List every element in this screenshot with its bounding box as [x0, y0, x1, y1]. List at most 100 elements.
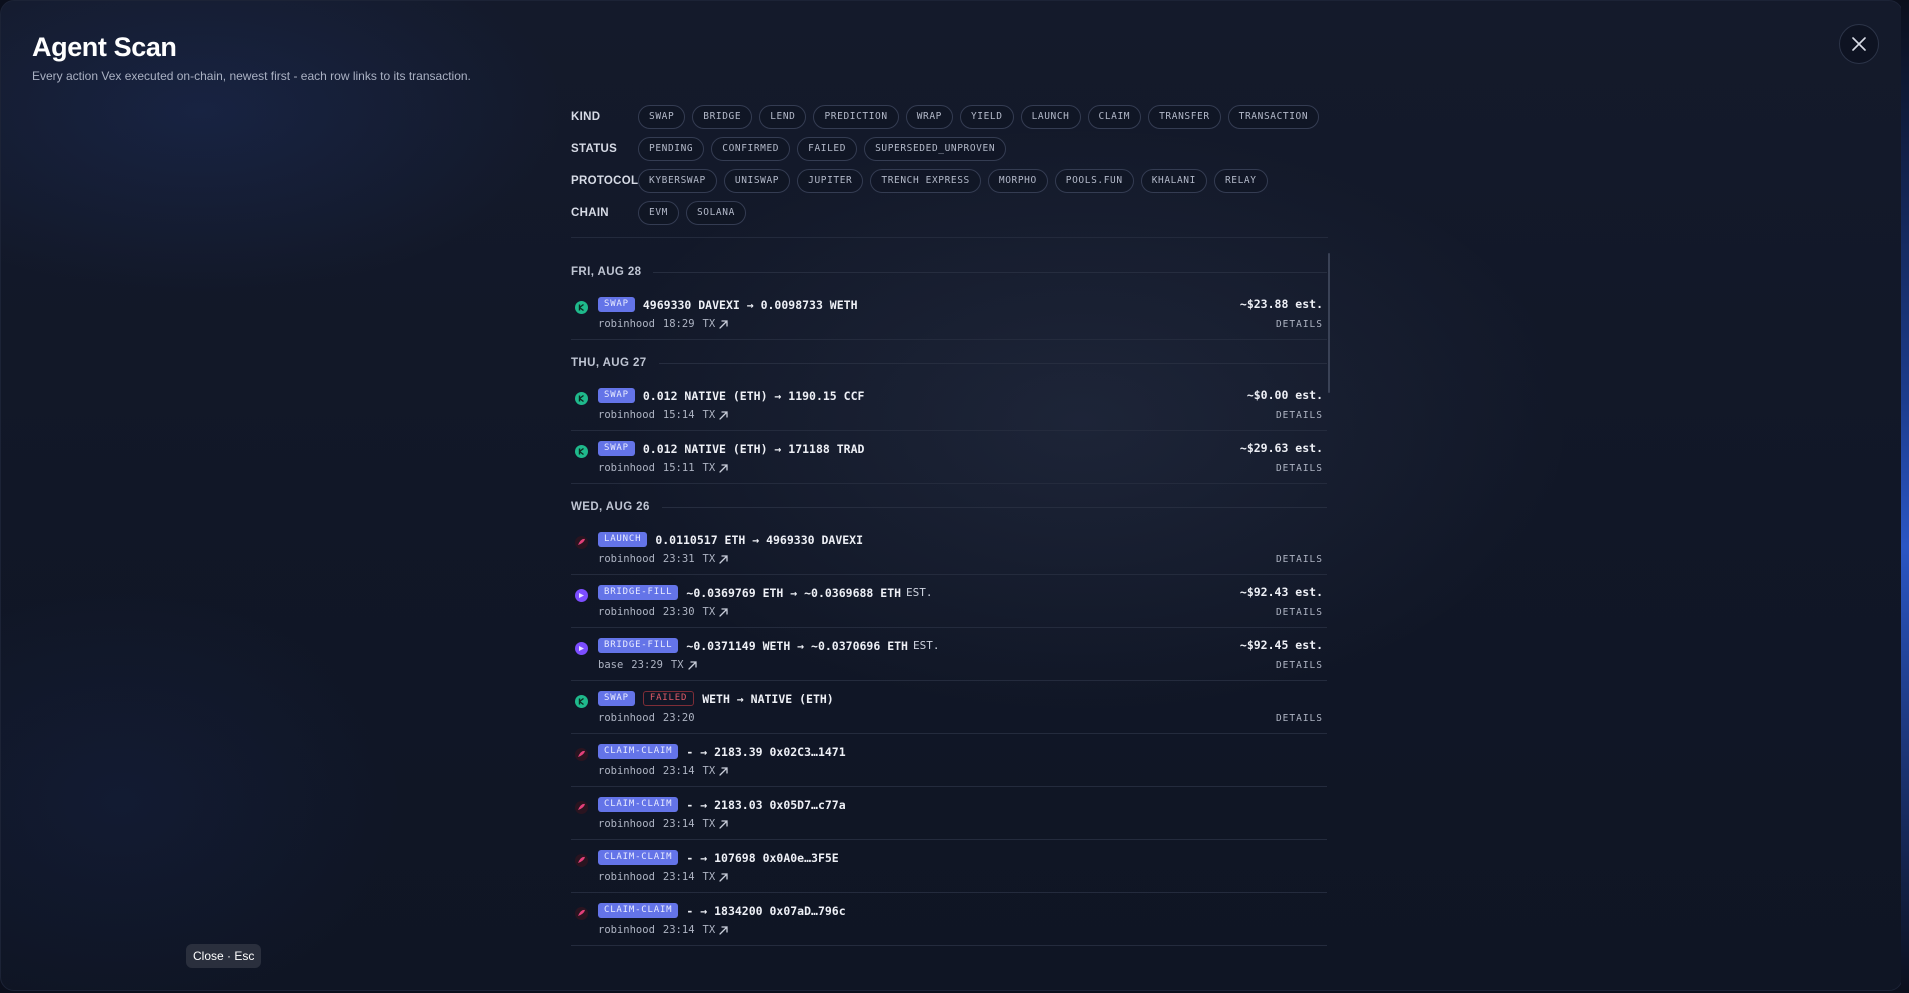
details-link[interactable]: DETAILS [1276, 554, 1323, 565]
action-meta: robinhood 23:31 TX [598, 553, 729, 565]
details-link[interactable]: DETAILS [1276, 660, 1323, 671]
filter-chip-protocol[interactable]: TRENCH EXPRESS [870, 169, 981, 193]
filter-chip-protocol[interactable]: MORPHO [987, 169, 1048, 193]
tx-link[interactable]: TX [703, 553, 730, 565]
tx-link[interactable]: TX [703, 765, 730, 777]
tx-link[interactable]: TX [703, 818, 730, 830]
external-link-icon [719, 925, 728, 935]
chain-name: robinhood [598, 606, 655, 618]
page-subtitle: Every action Vex executed on-chain, newe… [32, 69, 471, 83]
action-meta: robinhood 23:14 TX [598, 818, 729, 830]
filter-chip-status[interactable]: CONFIRMED [711, 137, 791, 161]
activity-row[interactable]: LAUNCH 0.0110517 ETH → 4969330 DAVEXI robi… [571, 522, 1327, 575]
filter-chip-status[interactable]: PENDING [638, 137, 705, 161]
action-time: 15:11 [662, 462, 695, 474]
details-link[interactable]: DETAILS [1276, 713, 1323, 724]
details-link[interactable]: DETAILS [1276, 607, 1323, 618]
close-hint: Close · Esc [186, 944, 262, 968]
day-label: WED, AUG 26 [571, 501, 650, 513]
filter-panel: KIND SWAP BRIDGE LEND PREDICTION WRAP YIELD LA… [571, 105, 1326, 233]
day-divider [658, 362, 1327, 364]
filter-chip-protocol[interactable]: UNISWAP [723, 169, 791, 193]
day-header: FRI, AUG 28 [571, 257, 1327, 287]
kind-badge: SWAP [598, 388, 635, 403]
external-link-icon [719, 766, 728, 776]
kyber-protocol-icon [575, 695, 588, 708]
filter-chip-protocol[interactable]: RELAY [1213, 169, 1268, 193]
filter-chip-protocol[interactable]: KYBERSWAP [638, 169, 717, 193]
action-summary: SWAP FAILED WETH → NATIVE (ETH) [598, 691, 834, 706]
tx-link[interactable]: TX [703, 924, 730, 936]
filter-chip-kind[interactable]: TRANSACTION [1227, 105, 1320, 129]
activity-row[interactable]: CLAIM-CLAIM - → 2183.39 0x02C3…1471 robinh… [571, 734, 1327, 787]
external-link-icon [719, 554, 728, 564]
filter-chip-chain[interactable]: SOLANA [685, 201, 746, 225]
tx-link[interactable]: TX [703, 318, 730, 330]
external-link-icon [719, 872, 728, 882]
filter-chip-kind[interactable]: CLAIM [1087, 105, 1142, 129]
action-summary: SWAP 4969330 DAVEXI → 0.0098733 WETH [598, 297, 858, 312]
activity-row[interactable]: SWAP 0.012 NATIVE (ETH) → 171188 TRAD robi… [571, 431, 1327, 484]
activity-row[interactable]: SWAP FAILED WETH → NATIVE (ETH) robinhood 23… [571, 681, 1327, 734]
filter-chip-kind[interactable]: WRAP [905, 105, 953, 129]
close-button[interactable] [1839, 24, 1879, 64]
tx-link[interactable]: TX [703, 606, 730, 618]
action-time: 23:29 [631, 659, 663, 671]
filter-chip-chain[interactable]: EVM [638, 201, 679, 225]
status-badge: FAILED [642, 691, 695, 706]
activity-list[interactable]: FRI, AUG 28 SWAP 4969330 DAVEXI → 0.009873… [571, 249, 1327, 949]
activity-row[interactable]: CLAIM-CLAIM - → 2183.03 0x05D7…c77a robinh… [571, 787, 1327, 840]
activity-row[interactable]: SWAP 0.012 NATIVE (ETH) → 1190.15 CCF robi… [571, 378, 1327, 431]
filter-chip-kind[interactable]: LAUNCH [1020, 105, 1081, 129]
external-link-icon [719, 410, 728, 420]
tx-label: TX [702, 871, 716, 883]
kind-badge: SWAP [598, 691, 635, 706]
action-text: - → 107698 0x0A0e…3F5E [686, 850, 839, 865]
tx-link[interactable]: TX [671, 659, 698, 671]
external-link-icon [719, 319, 728, 329]
tx-label: TX [702, 553, 716, 565]
filter-chip-kind[interactable]: TRANSFER [1148, 105, 1221, 129]
action-time: 23:31 [662, 553, 695, 565]
filter-chip-protocol[interactable]: JUPITER [797, 169, 864, 193]
action-meta: base 23:29 TX [598, 659, 698, 671]
filter-chip-kind[interactable]: PREDICTION [813, 105, 899, 129]
activity-row[interactable]: SWAP 4969330 DAVEXI → 0.0098733 WETH robin… [571, 287, 1327, 340]
filter-chip-protocol[interactable]: POOLS.FUN [1054, 169, 1134, 193]
tx-link[interactable]: TX [703, 409, 730, 421]
close-icon [1852, 37, 1866, 51]
tx-link[interactable]: TX [703, 871, 730, 883]
external-link-icon [687, 660, 697, 670]
chain-name: robinhood [598, 318, 655, 330]
filter-chip-kind[interactable]: SWAP [638, 105, 686, 129]
chain-name: robinhood [598, 818, 655, 830]
filter-chip-status[interactable]: SUPERSEDED_UNPROVEN [864, 137, 1007, 161]
details-link[interactable]: DETAILS [1276, 463, 1323, 474]
kyber-protocol-icon [575, 301, 588, 314]
usd-estimate: ~$92.43 est. [1239, 585, 1323, 599]
filter-chip-kind[interactable]: LEND [759, 105, 807, 129]
action-time: 23:14 [662, 924, 695, 936]
day-divider [653, 271, 1327, 273]
filter-chip-kind[interactable]: BRIDGE [692, 105, 753, 129]
filter-chip-status[interactable]: FAILED [797, 137, 858, 161]
estimate-suffix: EST. [906, 586, 933, 599]
usd-estimate: ~$29.63 est. [1239, 441, 1323, 455]
launch-protocol-icon [575, 801, 588, 814]
scrollbar-thumb[interactable] [1328, 253, 1330, 393]
filter-chip-protocol[interactable]: KHALANI [1140, 169, 1207, 193]
activity-row[interactable]: BRIDGE-FILL ~0.0369769 ETH → ~0.0369688 E… [571, 575, 1327, 628]
filter-chip-kind[interactable]: YIELD [959, 105, 1014, 129]
details-link[interactable]: DETAILS [1276, 410, 1323, 421]
activity-row[interactable]: CLAIM-CLAIM - → 107698 0x0A0e…3F5E robinho… [571, 840, 1327, 893]
details-link[interactable]: DETAILS [1276, 319, 1323, 330]
day-header: WED, AUG 26 [571, 492, 1327, 522]
action-text: - → 2183.39 0x02C3…1471 [686, 744, 846, 759]
action-meta: robinhood 23:14 TX [598, 924, 729, 936]
day-label: FRI, AUG 28 [571, 266, 642, 278]
tx-link[interactable]: TX [703, 462, 730, 474]
relay-protocol-icon [575, 642, 588, 655]
action-summary: BRIDGE-FILL ~0.0369769 ETH → ~0.0369688 E… [598, 585, 933, 600]
activity-row[interactable]: BRIDGE-FILL ~0.0371149 WETH → ~0.0370696 … [571, 628, 1327, 681]
activity-row[interactable]: CLAIM-CLAIM - → 1834200 0x07aD…796c robinh… [571, 893, 1327, 946]
